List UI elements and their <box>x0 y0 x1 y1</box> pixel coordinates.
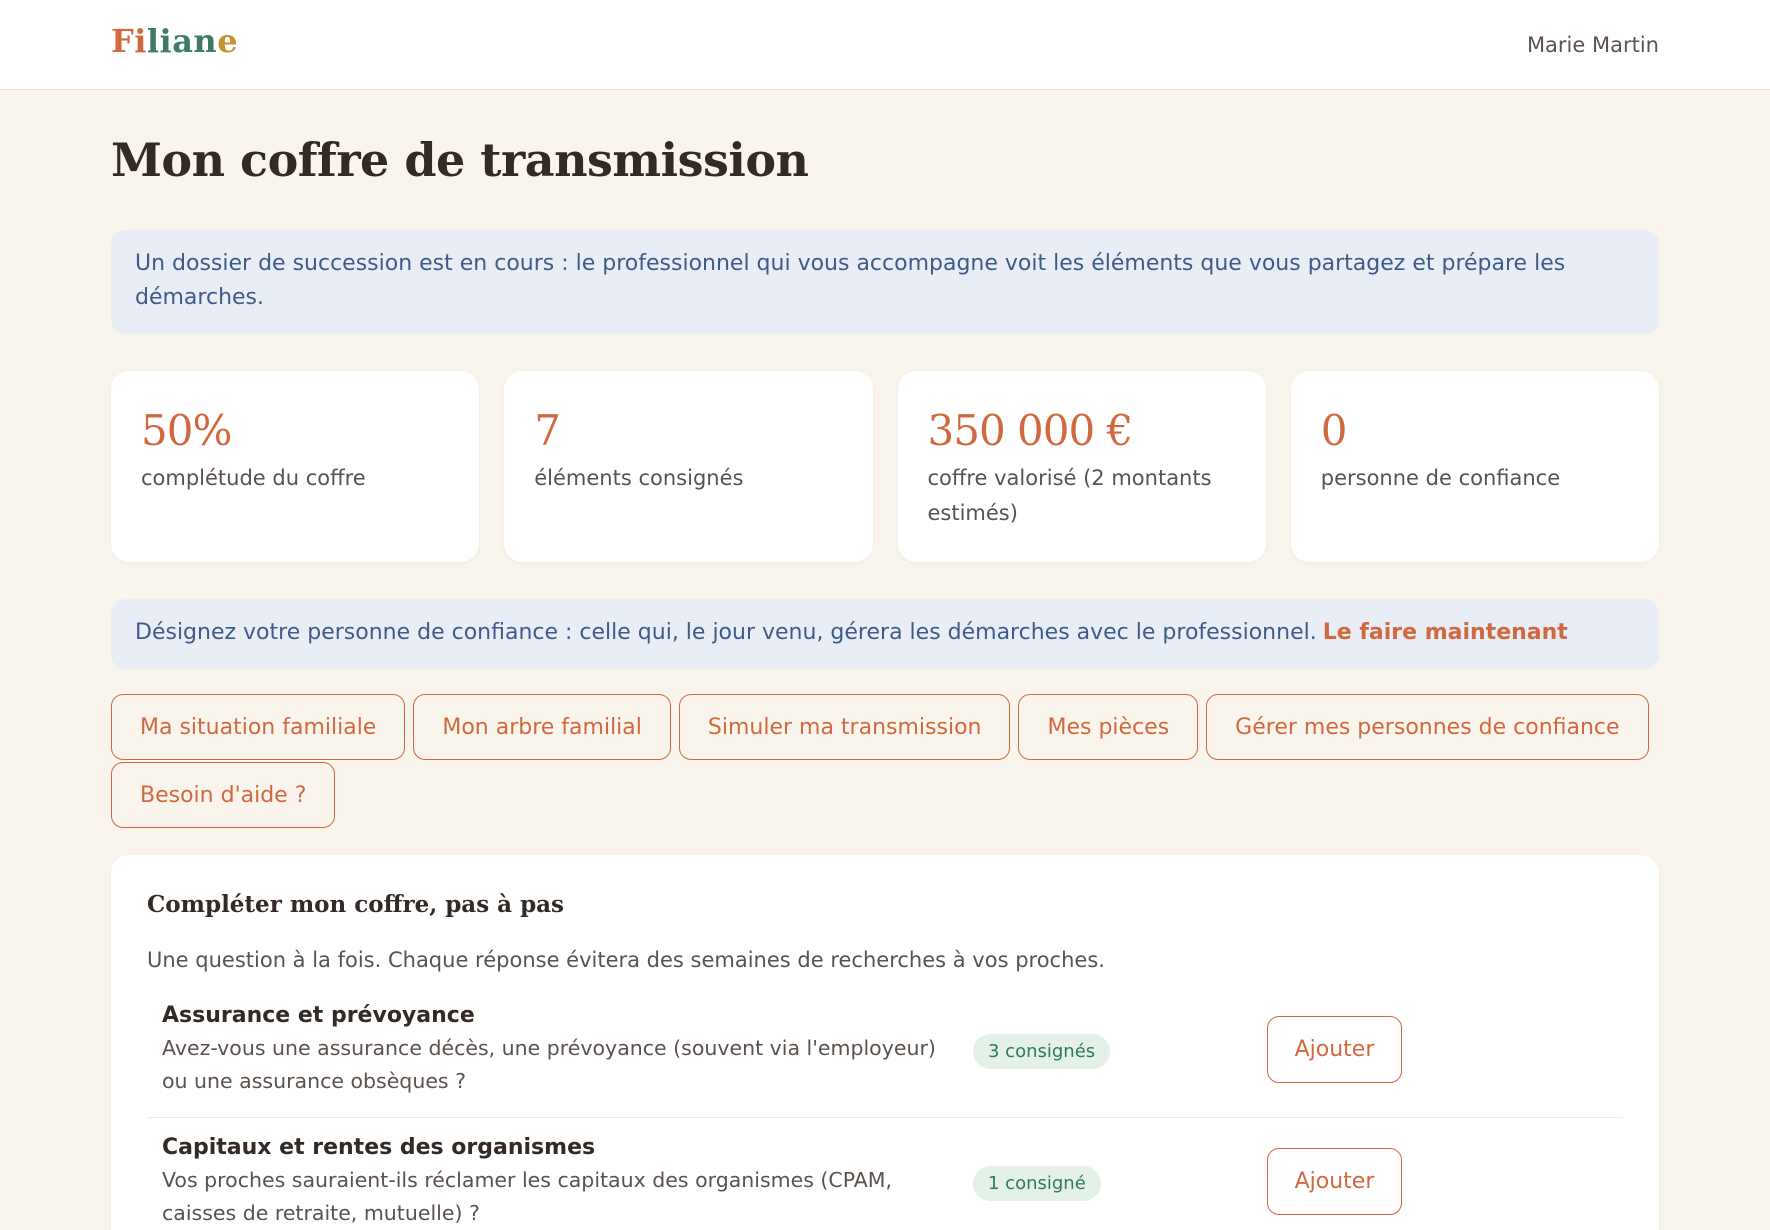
designate-now-link[interactable]: Le faire maintenant <box>1323 620 1568 645</box>
task-text: Assurance et prévoyance Avez-vous une as… <box>162 1000 962 1098</box>
status-badge: 1 consigné <box>973 1166 1101 1201</box>
manage-trusted-persons-button[interactable]: Gérer mes personnes de confiance <box>1206 694 1649 760</box>
stat-label: complétude du coffre <box>141 466 366 490</box>
stat-card-elements: 7 éléments consignés <box>504 371 873 562</box>
status-badge: 3 consignés <box>973 1034 1111 1069</box>
succession-info-text: Un dossier de succession est en cours : … <box>135 251 1566 310</box>
family-situation-button[interactable]: Ma situation familiale <box>111 694 406 760</box>
stat-value: 350 000 € <box>927 406 1134 455</box>
stat-label: coffre valorisé (2 montants estimés) <box>927 466 1212 525</box>
trust-person-text: Désignez votre personne de confiance : c… <box>135 620 1317 645</box>
trust-person-banner: Désignez votre personne de confiance : c… <box>111 599 1659 669</box>
steps-panel: Compléter mon coffre, pas à pas Une ques… <box>111 855 1659 1230</box>
stat-label: éléments consignés <box>534 466 744 490</box>
user-menu[interactable]: Marie Martin <box>1527 33 1659 57</box>
stat-card-valuation: 350 000 € coffre valorisé (2 montants es… <box>897 371 1266 562</box>
top-bar: Filiane Marie Martin <box>0 0 1770 90</box>
family-tree-button[interactable]: Mon arbre familial <box>413 694 671 760</box>
stats-row: 50% complétude du coffre 7 éléments cons… <box>111 371 1659 562</box>
stat-value: 0 <box>1320 406 1348 455</box>
add-insurance-button[interactable]: Ajouter <box>1267 1016 1402 1083</box>
page-title: Mon coffre de transmission <box>111 133 809 187</box>
stat-label: personne de confiance <box>1320 466 1561 490</box>
brand-logo[interactable]: Filiane <box>111 22 238 60</box>
task-row-insurance: Assurance et prévoyance Avez-vous une as… <box>147 986 1623 1118</box>
panel-title: Compléter mon coffre, pas à pas <box>147 891 564 918</box>
task-title: Assurance et prévoyance <box>162 1003 475 1028</box>
simulate-transmission-button[interactable]: Simuler ma transmission <box>678 694 1011 760</box>
task-description: Vos proches sauraient-ils réclamer les c… <box>162 1168 893 1225</box>
task-title: Capitaux et rentes des organismes <box>162 1135 596 1160</box>
stat-value: 7 <box>534 406 561 455</box>
action-nav: Ma situation familiale Mon arbre familia… <box>111 694 1671 830</box>
add-capitals-button[interactable]: Ajouter <box>1267 1148 1402 1215</box>
stat-card-trusted-persons: 0 personne de confiance <box>1290 371 1659 562</box>
task-list: Assurance et prévoyance Avez-vous une as… <box>147 986 1623 1230</box>
stat-value: 50% <box>141 406 232 455</box>
stat-card-completeness: 50% complétude du coffre <box>111 371 480 562</box>
panel-subtitle: Une question à la fois. Chaque réponse é… <box>147 948 1105 972</box>
task-row-capitals: Capitaux et rentes des organismes Vos pr… <box>147 1118 1623 1230</box>
succession-info-banner: Un dossier de succession est en cours : … <box>111 230 1659 334</box>
task-description: Avez-vous une assurance décès, une prévo… <box>162 1036 936 1093</box>
task-text: Capitaux et rentes des organismes Vos pr… <box>162 1132 962 1230</box>
documents-button[interactable]: Mes pièces <box>1018 694 1199 760</box>
help-button[interactable]: Besoin d'aide ? <box>111 762 336 828</box>
